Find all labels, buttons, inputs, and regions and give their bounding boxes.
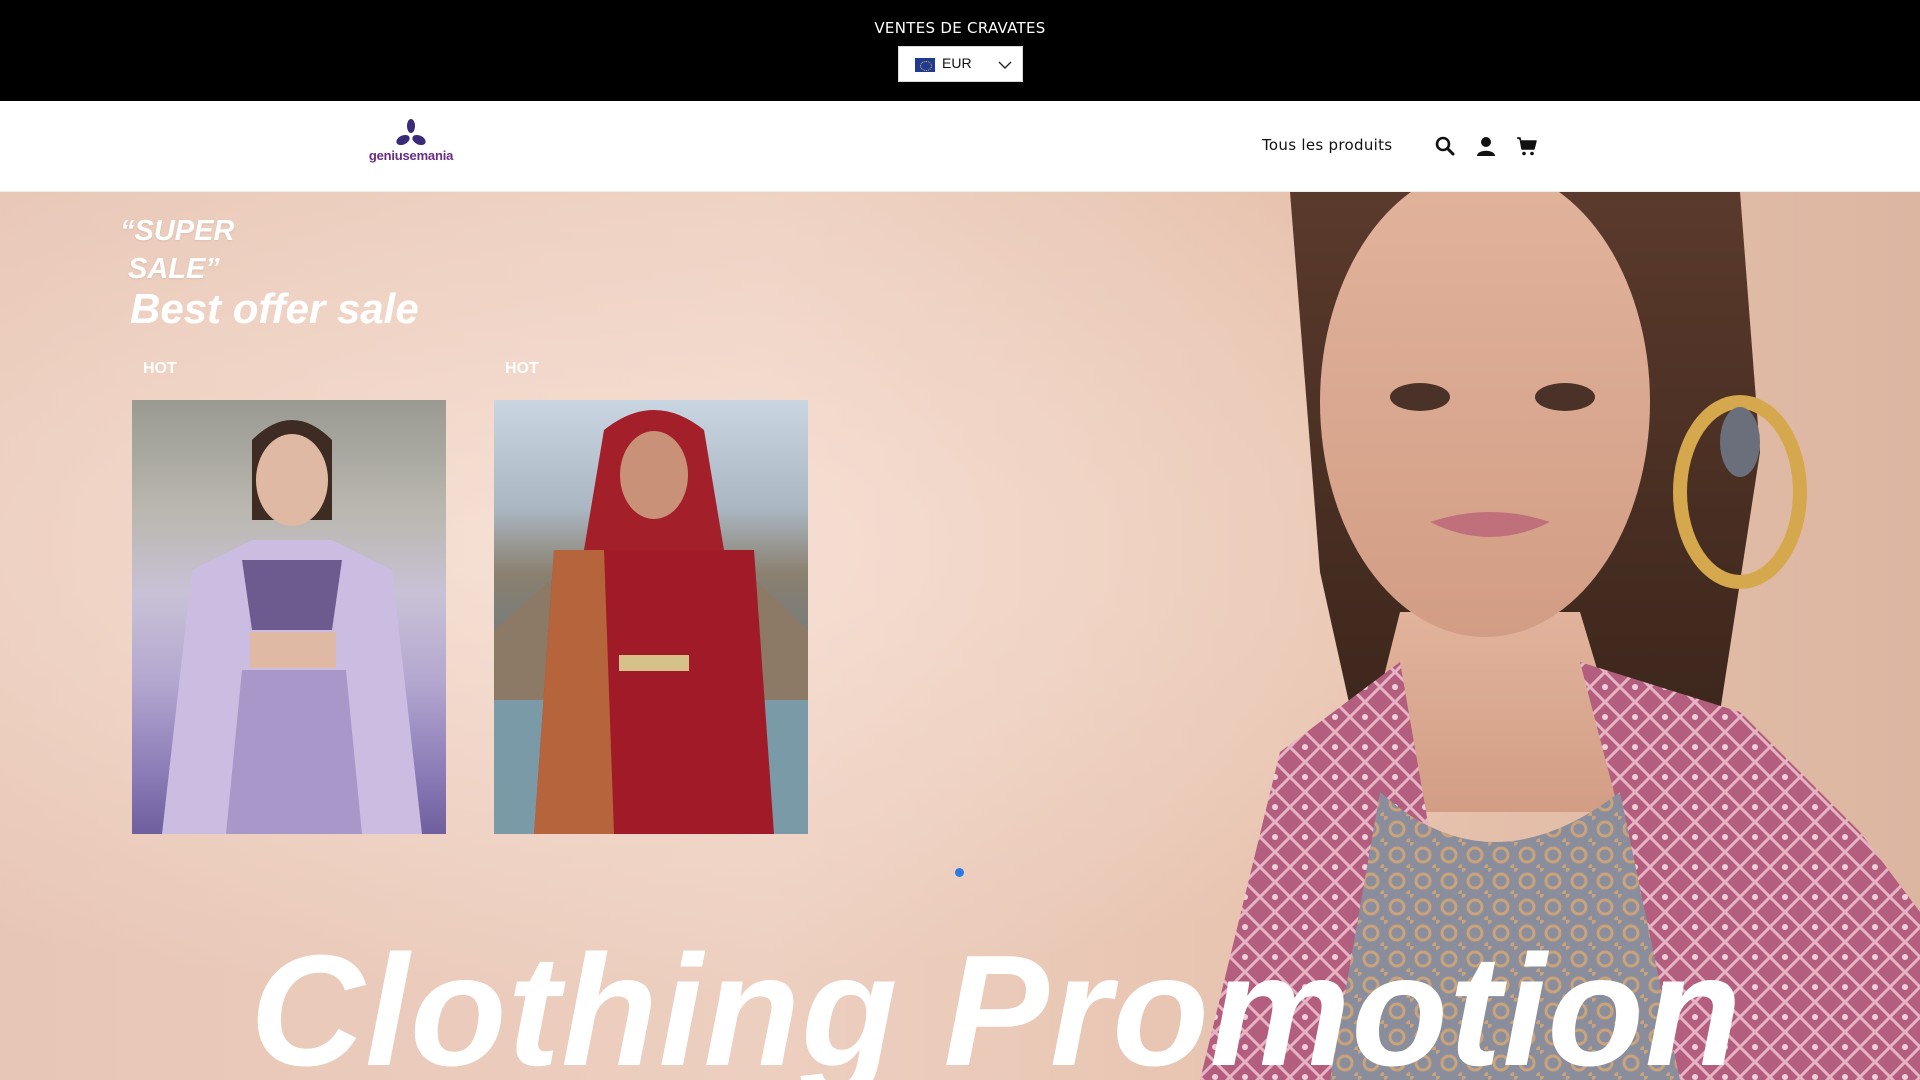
product-image[interactable]: [132, 400, 446, 834]
hot-badge: HOT: [505, 360, 539, 377]
product-photo-red-saree: [494, 410, 808, 834]
hero-banner[interactable]: “SUPER SALE” Best offer sale HOT HOT Clo…: [0, 192, 1920, 1080]
super-sale-text: “SUPER SALE”: [120, 212, 234, 288]
cart-icon[interactable]: [1516, 135, 1538, 157]
best-offer-heading: Best offer sale: [130, 285, 419, 332]
product-photo-lavender: [162, 420, 422, 834]
logo-mark-icon: [396, 119, 426, 146]
account-icon[interactable]: [1475, 135, 1497, 157]
currency-code: EUR: [942, 55, 972, 71]
announcement-text: VENTES DE CRAVATES: [874, 19, 1046, 37]
product-image[interactable]: [494, 400, 808, 834]
slider-dot-active[interactable]: [955, 868, 964, 877]
search-icon[interactable]: [1434, 135, 1456, 157]
site-header: geniusemania Tous les produits: [0, 101, 1920, 192]
super-sale-line2: SALE”: [128, 253, 220, 285]
promo-headline: Clothing Promotion: [250, 923, 1743, 1080]
hot-badge: HOT: [143, 360, 177, 377]
chevron-down-icon: [998, 61, 1012, 69]
eu-flag-icon: [915, 58, 935, 72]
nav-all-products[interactable]: Tous les produits: [1262, 136, 1392, 154]
logo-text: geniusemania: [368, 148, 454, 163]
announcement-bar: VENTES DE CRAVATES EUR: [0, 0, 1920, 101]
logo[interactable]: geniusemania: [366, 119, 456, 167]
super-sale-line1: “SUPER: [120, 215, 235, 247]
currency-selector[interactable]: EUR: [898, 46, 1023, 82]
